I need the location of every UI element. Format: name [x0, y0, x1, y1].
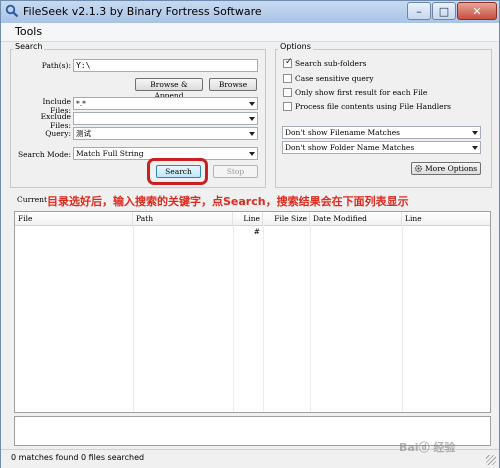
checkbox[interactable]: [283, 102, 292, 111]
chevron-down-icon: [249, 132, 255, 136]
stop-button[interactable]: Stop: [213, 165, 258, 178]
window-title: FileSeek v2.1.3 by Binary Fortress Softw…: [23, 5, 262, 18]
current-label: Current: [17, 195, 48, 204]
options-group-label: Options: [278, 42, 313, 51]
minimize-button[interactable]: –: [407, 2, 431, 20]
results-header: File Path Line # File Size Date Modified…: [15, 212, 490, 236]
exclude-files-combo[interactable]: [73, 112, 258, 125]
folder-matches-value: Don't show Folder Name Matches: [285, 143, 415, 152]
files-searched-status: 0 files searched: [81, 453, 145, 462]
query-combo[interactable]: 测试: [73, 127, 258, 140]
query-value: 测试: [76, 129, 91, 138]
app-window: FileSeek v2.1.3 by Binary Fortress Softw…: [0, 0, 500, 468]
results-list[interactable]: File Path Line # File Size Date Modified…: [14, 211, 491, 413]
window-controls: – □ ✕: [406, 2, 497, 20]
column-separator: [233, 225, 234, 412]
column-file[interactable]: File: [15, 212, 133, 225]
path-label: Path(s):: [41, 61, 71, 70]
column-separator: [133, 225, 134, 412]
chevron-down-icon: [249, 102, 255, 106]
chevron-down-icon: [249, 117, 255, 121]
column-separator: [402, 225, 403, 412]
browse-append-button[interactable]: Browse & Append: [135, 78, 203, 100]
more-options-button[interactable]: More Options: [411, 162, 481, 175]
resize-grip[interactable]: [486, 455, 496, 465]
more-options-label: More Options: [425, 164, 478, 173]
column-line-number[interactable]: Line #: [233, 212, 263, 236]
instruction-annotation: 目录选好后，输入搜索的关键字，点Search，搜索结果会在下面列表显示: [47, 195, 409, 208]
column-separator: [310, 225, 311, 412]
chevron-down-icon: [472, 146, 478, 150]
checkbox[interactable]: [283, 74, 292, 83]
close-button[interactable]: ✕: [457, 2, 497, 20]
matches-found-status: 0 matches found: [11, 453, 79, 462]
include-files-combo[interactable]: *.*: [73, 97, 258, 110]
search-mode-label: Search Mode:: [17, 150, 71, 159]
path-value: Y:\: [76, 61, 91, 70]
filename-matches-value: Don't show Filename Matches: [285, 128, 400, 137]
search-mode-value: Match Full String: [76, 149, 144, 158]
include-files-value: *.*: [76, 99, 86, 108]
title-bar[interactable]: FileSeek v2.1.3 by Binary Fortress Softw…: [1, 1, 499, 24]
column-line[interactable]: Line: [402, 212, 490, 225]
option-label: Process file contents using File Handler…: [295, 102, 451, 111]
option-label: Case sensitive query: [295, 74, 374, 83]
chevron-down-icon: [249, 152, 255, 156]
search-highlight-annotation: [147, 158, 208, 185]
maximize-button[interactable]: □: [432, 2, 456, 20]
fileseek-app-icon: [5, 4, 19, 18]
chevron-down-icon: [472, 131, 478, 135]
checkmark-icon: ✓: [285, 57, 293, 67]
column-separator: [263, 225, 264, 412]
folder-matches-combo[interactable]: Don't show Folder Name Matches: [282, 141, 481, 154]
checkbox[interactable]: [283, 88, 292, 97]
filename-matches-combo[interactable]: Don't show Filename Matches: [282, 126, 481, 139]
option-label: Only show first result for each File: [295, 88, 428, 97]
column-date-modified[interactable]: Date Modified: [310, 212, 402, 225]
menu-tools[interactable]: Tools: [15, 25, 42, 38]
watermark-logo: Baiⓓ 经验: [399, 441, 456, 454]
option-label: Search sub-folders: [295, 59, 367, 68]
checkbox[interactable]: ✓: [283, 57, 293, 68]
search-group-label: Search: [13, 42, 45, 51]
exclude-files-label: Exclude Files:: [40, 112, 71, 130]
query-label: Query:: [45, 129, 71, 138]
path-input[interactable]: Y:\: [73, 59, 258, 72]
gear-icon: [414, 164, 423, 173]
column-path[interactable]: Path: [133, 212, 233, 225]
browse-button[interactable]: Browse: [209, 78, 257, 91]
menu-bar: Tools: [1, 23, 499, 42]
column-file-size[interactable]: File Size: [263, 212, 310, 225]
